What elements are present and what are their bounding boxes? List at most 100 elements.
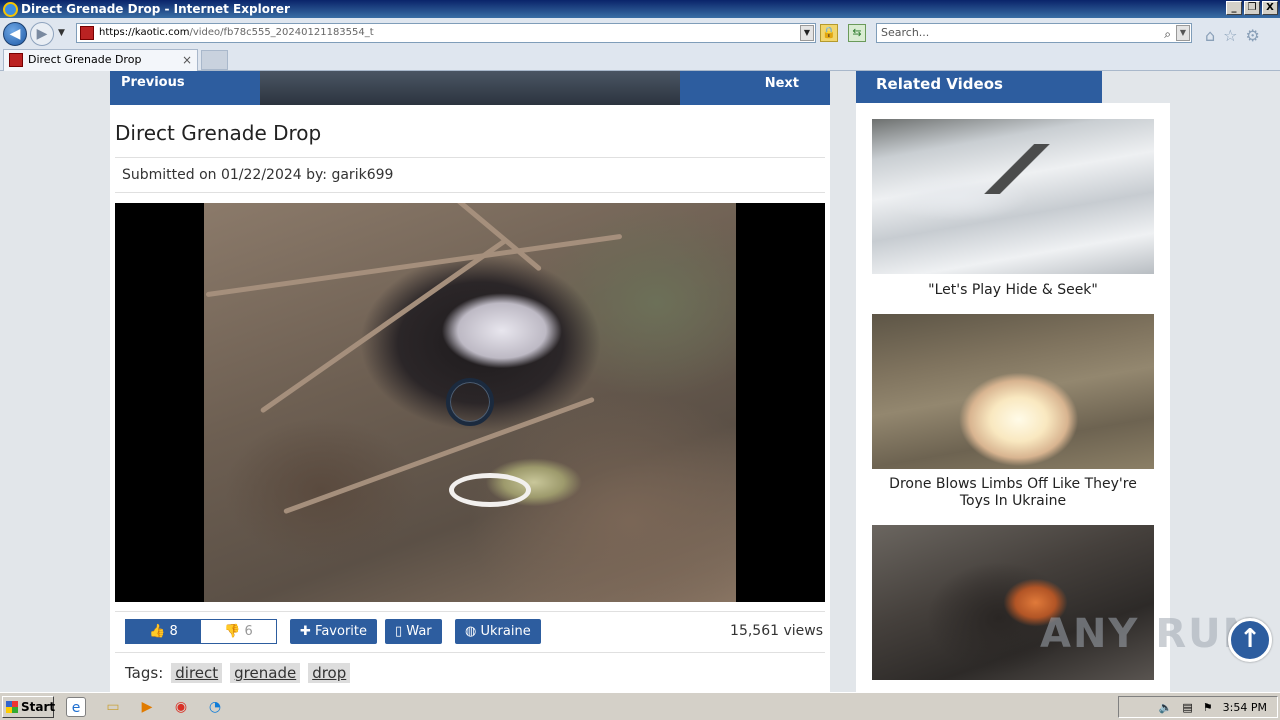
window-controls: _ ❐ X bbox=[1226, 1, 1278, 15]
previous-button[interactable]: Previous bbox=[110, 71, 260, 105]
category-label: War bbox=[406, 624, 432, 639]
search-icon[interactable]: ⌕ bbox=[1164, 25, 1171, 43]
url-path: /video/fb78c555_20240121183554_t bbox=[189, 27, 374, 38]
address-toolbar: ◀ ▶ ▼ https://kaotic.com/video/fb78c555_… bbox=[0, 18, 1280, 48]
category-war-button[interactable]: ▯ War bbox=[385, 619, 442, 644]
submitted-prefix: Submitted on 01/22/2024 by: bbox=[122, 167, 328, 183]
tag-link[interactable]: grenade bbox=[230, 663, 301, 683]
home-icon[interactable]: ⌂ bbox=[1205, 26, 1215, 45]
refresh-icon: ⇆ bbox=[852, 26, 862, 39]
flag-icon[interactable]: ⚑ bbox=[1203, 701, 1213, 714]
volume-icon[interactable]: 🔈 bbox=[1159, 701, 1173, 714]
arrow-left-icon: ◀ bbox=[9, 26, 21, 42]
address-bar[interactable]: https://kaotic.com/video/fb78c555_202401… bbox=[76, 23, 816, 43]
region-ukraine-button[interactable]: ◍ Ukraine bbox=[455, 619, 541, 644]
tags-label: Tags: bbox=[125, 664, 164, 682]
globe-icon: ◍ bbox=[465, 624, 477, 639]
internet-explorer-icon[interactable]: e bbox=[66, 697, 86, 717]
page-title: Direct Grenade Drop bbox=[115, 121, 322, 145]
favorite-label: Favorite bbox=[315, 624, 367, 639]
windows-logo-icon bbox=[6, 701, 18, 713]
search-input[interactable]: Search... ⌕ ▼ bbox=[876, 23, 1192, 43]
start-label: Start bbox=[21, 700, 56, 714]
search-dropdown[interactable]: ▼ bbox=[1176, 25, 1190, 41]
close-button[interactable]: X bbox=[1262, 1, 1278, 15]
window-title: Direct Grenade Drop - Internet Explorer bbox=[21, 2, 290, 16]
edge-icon[interactable]: ◔ bbox=[205, 697, 225, 717]
arrow-right-icon: ▶ bbox=[36, 26, 48, 42]
media-player-icon[interactable]: ▶ bbox=[137, 697, 157, 717]
back-button[interactable]: ◀ bbox=[3, 22, 27, 46]
gear-icon[interactable]: ⚙ bbox=[1246, 26, 1260, 45]
close-tab-icon[interactable]: × bbox=[182, 50, 192, 70]
like-button[interactable]: 👍 8 bbox=[126, 620, 201, 643]
tag-link[interactable]: direct bbox=[171, 663, 223, 683]
dislike-count: 6 bbox=[244, 624, 253, 639]
favorite-button[interactable]: ✚ Favorite bbox=[290, 619, 377, 644]
like-count: 8 bbox=[169, 624, 178, 639]
web-viewport: Previous Next Direct Grenade Drop Submit… bbox=[0, 71, 1280, 692]
windows-taskbar: Start e ▭ ▶ ◉ ◔ 🔈 ▤ ⚑ 3:54 PM bbox=[0, 692, 1280, 720]
forward-button[interactable]: ▶ bbox=[30, 22, 54, 46]
tag-link[interactable]: drop bbox=[308, 663, 351, 683]
video-actions: 👍 8 👎 6 ✚ Favorite ▯ War ◍ Ukraine 15,56… bbox=[115, 611, 825, 653]
video-player[interactable] bbox=[115, 203, 825, 602]
vote-group: 👍 8 👎 6 bbox=[125, 619, 277, 644]
related-video-title[interactable]: "Let's Play Hide & Seek" bbox=[872, 282, 1154, 299]
view-count: 15,561 views bbox=[730, 623, 823, 639]
book-icon: ▯ bbox=[395, 624, 403, 639]
minimize-button[interactable]: _ bbox=[1226, 1, 1242, 15]
region-label: Ukraine bbox=[480, 624, 531, 639]
chrome-icon[interactable]: ◉ bbox=[171, 697, 191, 717]
next-button[interactable]: Next bbox=[680, 71, 830, 105]
refresh-button[interactable]: ⇆ bbox=[848, 24, 866, 42]
tab-label: Direct Grenade Drop bbox=[28, 53, 142, 66]
scroll-to-top-button[interactable]: ↑ bbox=[1228, 618, 1272, 662]
tab-direct-grenade-drop[interactable]: Direct Grenade Drop × bbox=[3, 49, 198, 71]
loading-spinner-icon bbox=[446, 378, 494, 426]
restore-button[interactable]: ❐ bbox=[1244, 1, 1260, 15]
related-video-title[interactable]: Drone Blows Limbs Off Like They're Toys … bbox=[872, 476, 1154, 510]
browser-tools: ⌂ ☆ ⚙ bbox=[1205, 26, 1260, 45]
internet-explorer-icon bbox=[3, 1, 18, 17]
search-placeholder: Search... bbox=[881, 26, 930, 39]
related-videos-sidebar: Related Videos "Let's Play Hide & Seek" … bbox=[856, 71, 1170, 692]
heading-spacer bbox=[1102, 71, 1170, 103]
plus-icon: ✚ bbox=[300, 624, 311, 639]
thumbs-down-icon: 👎 bbox=[224, 624, 241, 639]
chevron-down-icon: ▼ bbox=[1179, 28, 1187, 37]
video-column: Previous Next Direct Grenade Drop Submit… bbox=[110, 71, 830, 692]
lock-icon: 🔒 bbox=[822, 26, 836, 39]
site-favicon-icon bbox=[9, 53, 23, 67]
folder-icon[interactable]: ▭ bbox=[103, 697, 123, 717]
submitter-link[interactable]: garik699 bbox=[331, 167, 393, 183]
history-dropdown[interactable]: ▼ bbox=[58, 28, 65, 38]
submission-info: Submitted on 01/22/2024 by: garik699 bbox=[115, 157, 825, 193]
dislike-button[interactable]: 👎 6 bbox=[201, 620, 276, 643]
anyrun-watermark: ANY RUN bbox=[1040, 611, 1259, 657]
related-video-thumbnail[interactable] bbox=[872, 314, 1154, 469]
site-favicon-icon bbox=[80, 26, 94, 40]
prev-next-bar: Previous Next bbox=[110, 71, 830, 105]
clock: 3:54 PM bbox=[1222, 700, 1267, 714]
branch-shape bbox=[283, 396, 595, 515]
grenade-ring bbox=[449, 473, 531, 507]
tab-strip: Direct Grenade Drop × bbox=[0, 48, 1280, 71]
url-host: https://kaotic.com bbox=[99, 27, 190, 38]
star-icon[interactable]: ☆ bbox=[1223, 26, 1237, 45]
related-videos-heading: Related Videos bbox=[856, 71, 1102, 103]
address-dropdown[interactable]: ▼ bbox=[800, 25, 814, 41]
system-tray: 🔈 ▤ ⚑ 3:54 PM bbox=[1118, 696, 1278, 718]
new-tab-button[interactable] bbox=[201, 50, 228, 70]
security-lock-button[interactable]: 🔒 bbox=[820, 24, 838, 42]
related-video-thumbnail[interactable] bbox=[872, 119, 1154, 274]
branch-shape bbox=[205, 233, 623, 298]
thumbs-up-icon: 👍 bbox=[149, 624, 166, 639]
start-button[interactable]: Start bbox=[2, 696, 56, 718]
arrow-up-icon: ↑ bbox=[1239, 624, 1261, 654]
chevron-down-icon: ▼ bbox=[58, 28, 65, 38]
tags-row: Tags: direct grenade drop bbox=[125, 663, 351, 683]
network-icon[interactable]: ▤ bbox=[1182, 701, 1192, 714]
branch-shape bbox=[385, 203, 543, 272]
chevron-down-icon: ▼ bbox=[803, 28, 811, 37]
